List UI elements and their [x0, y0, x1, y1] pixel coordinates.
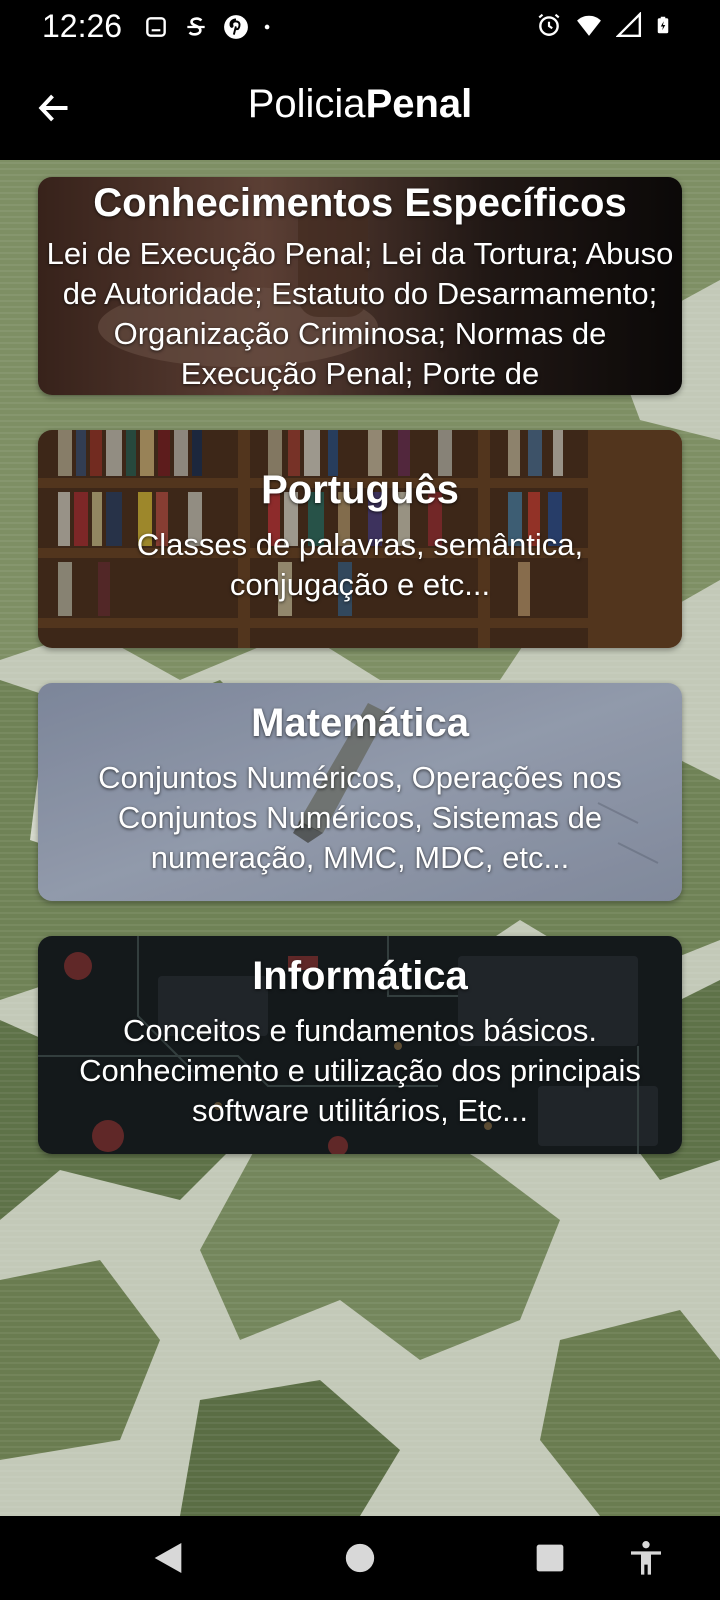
alarm-icon: [538, 13, 560, 36]
card-description: Classes de palavras, semântica, conjugaç…: [136, 527, 584, 602]
app-title-regular: Policia: [247, 82, 366, 126]
notification-icon: [146, 17, 166, 37]
card-description: Lei de Execução Penal; Lei da Tortura; A…: [46, 236, 674, 391]
status-right-icons: [536, 12, 672, 38]
pinterest-icon: [224, 15, 248, 39]
card-title: Matemática: [251, 701, 469, 745]
card-informatica[interactable]: Informática Conceitos e fundamentos bási…: [38, 936, 682, 1154]
card-text: Conhecimentos Específicos Lei de Execuçã…: [38, 177, 682, 394]
battery-icon: [657, 16, 669, 34]
card-title: Conhecimentos Específicos: [93, 181, 627, 225]
content-area: Conhecimentos Específicos Lei de Execuçã…: [0, 160, 720, 1516]
status-time: 12:26: [42, 8, 123, 44]
card-description: Conceitos e fundamentos básicos. Conheci…: [79, 1013, 641, 1128]
wifi-icon: [577, 15, 601, 36]
card-text: Português Classes de palavras, semântica…: [38, 430, 682, 605]
recents-square-icon[interactable]: [530, 1538, 570, 1578]
card-conhecimentos-especificos[interactable]: Conhecimentos Específicos Lei de Execuçã…: [38, 177, 682, 395]
app-title-bold: Penal: [365, 82, 473, 126]
card-portugues[interactable]: Português Classes de palavras, semântica…: [38, 430, 682, 648]
accessibility-icon[interactable]: [626, 1538, 666, 1578]
dot-icon: [264, 24, 270, 30]
signal-icon: [616, 12, 642, 38]
app-bar: PoliciaPenal: [0, 56, 720, 160]
back-triangle-icon[interactable]: [148, 1538, 188, 1578]
card-title: Português: [261, 468, 459, 512]
card-description: Conjuntos Numéricos, Operações nos Conju…: [98, 760, 622, 875]
card-matematica[interactable]: Matemática Conjuntos Numéricos, Operaçõe…: [38, 683, 682, 901]
s-app-icon: [187, 17, 205, 36]
card-text: Informática Conceitos e fundamentos bási…: [38, 936, 682, 1131]
navigation-bar: [0, 1516, 720, 1600]
home-circle-icon[interactable]: [340, 1538, 380, 1578]
app-title: PoliciaPenal: [0, 82, 720, 127]
card-title: Informática: [252, 954, 468, 998]
status-bar: 12:26: [0, 0, 720, 56]
status-left-icons: [143, 14, 277, 40]
card-text: Matemática Conjuntos Numéricos, Operaçõe…: [38, 683, 682, 878]
